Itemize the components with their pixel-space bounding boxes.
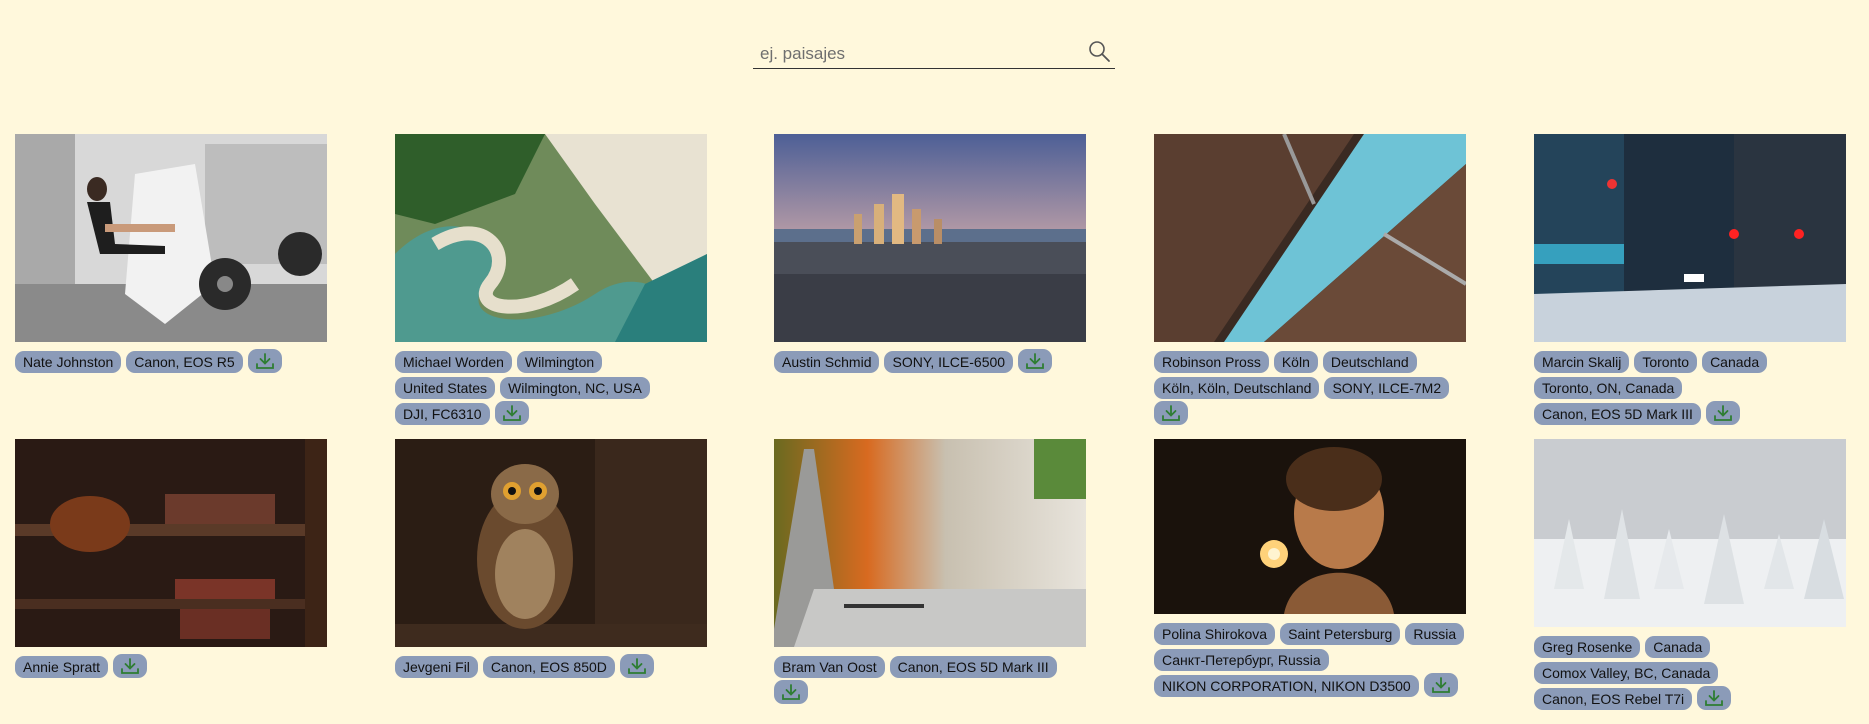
download-icon	[627, 658, 646, 674]
photo-card: Polina Shirokova Saint Petersburg Russia…	[1154, 439, 1466, 697]
download-icon	[121, 658, 139, 674]
photo-skyline[interactable]	[774, 134, 1086, 342]
download-icon	[1026, 353, 1044, 369]
tag-photographer[interactable]: Annie Spratt	[15, 656, 109, 678]
tag-city[interactable]: Köln	[1273, 351, 1318, 373]
download-icon	[502, 405, 521, 421]
photo-card: Greg Rosenke Canada Comox Valley, BC, Ca…	[1534, 439, 1846, 710]
photo-card: Michael Worden Wilmington United States …	[395, 134, 707, 425]
tag-list: Nate Johnston Canon, EOS R5	[15, 349, 327, 373]
download-button[interactable]	[113, 654, 148, 678]
photo-owl[interactable]	[395, 439, 707, 647]
tag-photographer[interactable]: Robinson Pross	[1154, 351, 1269, 373]
photo-gym[interactable]	[15, 134, 327, 342]
tag-location[interactable]: Toronto, ON, Canada	[1534, 377, 1683, 399]
tag-photographer[interactable]: Bram Van Oost	[774, 656, 885, 678]
tag-photographer[interactable]: Jevgeni Fil	[395, 656, 478, 678]
photo-candle-girl[interactable]	[1154, 439, 1466, 614]
tag-camera[interactable]: DJI, FC6310	[395, 403, 490, 425]
photo-grid: Nate Johnston Canon, EOS R5 Michael Word…	[0, 0, 1869, 724]
tag-photographer[interactable]: Nate Johnston	[15, 351, 122, 373]
photo-card: Nate Johnston Canon, EOS R5	[15, 134, 327, 373]
tag-country[interactable]: Russia	[1405, 623, 1465, 645]
tag-camera[interactable]: Canon, EOS R5	[126, 351, 243, 373]
download-button[interactable]	[1697, 686, 1732, 710]
tag-photographer[interactable]: Marcin Skalij	[1534, 351, 1630, 373]
download-button[interactable]	[1154, 401, 1188, 425]
download-button[interactable]	[247, 349, 282, 373]
tag-list: Greg Rosenke Canada Comox Valley, BC, Ca…	[1534, 636, 1846, 710]
tag-city[interactable]: Toronto	[1634, 351, 1698, 373]
tag-list: Austin Schmid SONY, ILCE-6500	[774, 349, 1086, 373]
download-icon	[1714, 405, 1732, 421]
tag-location[interactable]: Comox Valley, BC, Canada	[1534, 662, 1719, 684]
tag-country[interactable]: United States	[395, 377, 496, 399]
tag-camera[interactable]: NIKON CORPORATION, NIKON D3500	[1154, 675, 1419, 697]
tag-list: Polina Shirokova Saint Petersburg Russia…	[1154, 623, 1466, 697]
photo-card: Robinson Pross Köln Deutschland Köln, Kö…	[1154, 134, 1466, 425]
tag-list: Marcin Skalij Toronto Canada Toronto, ON…	[1534, 351, 1846, 425]
download-button[interactable]	[1423, 673, 1458, 697]
photo-laptop[interactable]	[774, 439, 1086, 647]
tag-camera[interactable]: Canon, EOS 5D Mark III	[1534, 403, 1701, 425]
tag-camera[interactable]: SONY, ILCE-6500	[884, 351, 1014, 373]
tag-city[interactable]: Saint Petersburg	[1280, 623, 1401, 645]
download-button[interactable]	[1018, 349, 1053, 373]
tag-country[interactable]: Canada	[1702, 351, 1768, 373]
download-button[interactable]	[774, 680, 808, 704]
tag-country[interactable]: Deutschland	[1322, 351, 1417, 373]
download-icon	[1705, 690, 1724, 706]
tag-camera[interactable]: Canon, EOS Rebel T7i	[1534, 688, 1693, 710]
photo-card: Austin Schmid SONY, ILCE-6500	[774, 134, 1086, 373]
tag-photographer[interactable]: Michael Worden	[395, 351, 512, 373]
tag-list: Michael Worden Wilmington United States …	[395, 351, 707, 425]
download-button[interactable]	[494, 401, 529, 425]
tag-location[interactable]: Köln, Köln, Deutschland	[1154, 377, 1320, 399]
photo-card: Jevgeni Fil Canon, EOS 850D	[395, 439, 707, 678]
photo-river[interactable]	[395, 134, 707, 342]
photo-snowy-street[interactable]	[1534, 134, 1846, 342]
photo-skylight[interactable]	[1154, 134, 1466, 342]
tag-photographer[interactable]: Greg Rosenke	[1534, 636, 1641, 658]
tag-photographer[interactable]: Austin Schmid	[774, 351, 880, 373]
download-button[interactable]	[1705, 401, 1740, 425]
tag-photographer[interactable]: Polina Shirokova	[1154, 623, 1276, 645]
download-icon	[1431, 677, 1450, 693]
tag-country[interactable]: Canada	[1645, 636, 1711, 658]
download-icon	[782, 684, 800, 700]
photo-snow-forest[interactable]	[1534, 439, 1846, 627]
tag-location[interactable]: Wilmington, NC, USA	[500, 377, 650, 399]
tag-list: Bram Van Oost Canon, EOS 5D Mark III	[774, 656, 1086, 704]
tag-camera[interactable]: Canon, EOS 850D	[482, 656, 615, 678]
tag-camera[interactable]: SONY, ILCE-7M2	[1324, 377, 1450, 399]
photo-card: Marcin Skalij Toronto Canada Toronto, ON…	[1534, 134, 1846, 425]
tag-list: Jevgeni Fil Canon, EOS 850D	[395, 654, 707, 678]
photo-card: Bram Van Oost Canon, EOS 5D Mark III	[774, 439, 1086, 704]
tag-list: Annie Spratt	[15, 654, 327, 678]
tag-city[interactable]: Wilmington	[516, 351, 603, 373]
download-icon	[1162, 405, 1180, 421]
photo-card: Annie Spratt	[15, 439, 327, 678]
download-button[interactable]	[619, 654, 654, 678]
tag-camera[interactable]: Canon, EOS 5D Mark III	[889, 656, 1057, 678]
photo-bookshelf[interactable]	[15, 439, 327, 647]
tag-location[interactable]: Санкт-Петербург, Russia	[1154, 649, 1329, 671]
tag-list: Robinson Pross Köln Deutschland Köln, Kö…	[1154, 351, 1466, 425]
download-icon	[255, 353, 274, 369]
